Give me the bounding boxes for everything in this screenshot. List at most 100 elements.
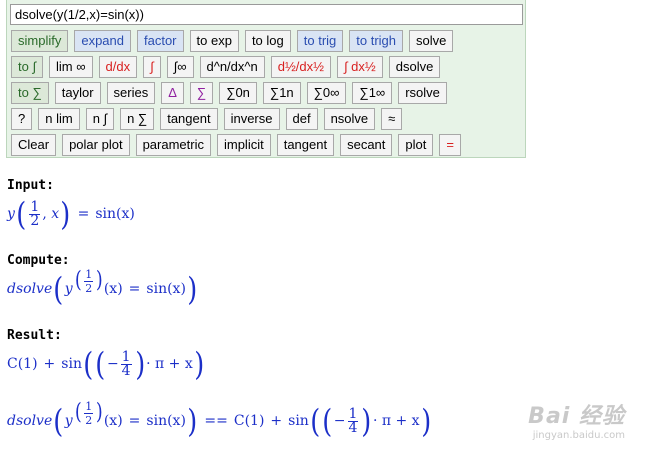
calc-button[interactable]: to trig <box>296 30 344 52</box>
math-sin: sin(x) <box>146 413 186 429</box>
calc-button[interactable]: plot <box>398 134 434 156</box>
result-equation: dsolve ( y (1 2) (x) = sin(x) ) == C(1) +… <box>7 399 432 443</box>
math-comma: , <box>42 206 47 222</box>
calc-button[interactable]: Δ <box>161 82 184 104</box>
paren-close: ) <box>193 345 204 383</box>
calc-button[interactable]: to ∑ <box>11 82 49 104</box>
math-plus: + <box>270 413 283 429</box>
calc-button[interactable]: ∑1n <box>262 82 301 104</box>
paren-open: ( <box>16 195 27 233</box>
input-label: Input: <box>7 178 54 193</box>
calc-button[interactable]: parametric <box>135 134 211 156</box>
math-c1: C(1) <box>7 356 38 372</box>
watermark-logo: Bai 经验 <box>528 404 625 429</box>
math-plus: + <box>43 356 56 372</box>
math-arg: (x) <box>103 281 123 297</box>
fraction-half: 12 <box>29 198 41 229</box>
math-y: y <box>7 206 15 222</box>
paren-close: ) <box>420 402 431 440</box>
calc-button[interactable]: ∫ <box>143 56 161 78</box>
button-row: Clear polar plot parametric implicit tangent… <box>11 134 467 156</box>
calc-button[interactable]: d^n/dx^n <box>199 56 265 78</box>
frac-den: 2 <box>84 412 94 427</box>
calc-button[interactable]: expand <box>74 30 131 52</box>
calc-button[interactable]: polar plot <box>62 134 130 156</box>
compute-expression: dsolve ( y (1 2) (x) = sin(x) ) <box>7 268 198 310</box>
calc-button[interactable]: ∑0n <box>219 82 257 104</box>
watermark-url: jingyan.baidu.com <box>532 430 625 441</box>
calc-button[interactable]: to exp <box>189 30 239 52</box>
watermark: Bai 经验 jingyan.baidu.com <box>528 398 625 441</box>
button-row: simplify expand factor to exp to log to trig t… <box>11 30 459 52</box>
calc-button[interactable]: to trigh <box>349 30 404 52</box>
math-sin: sin <box>288 413 309 429</box>
frac-den: 2 <box>84 280 94 295</box>
math-sin: sin(x) <box>146 281 186 297</box>
button-row: to ∑ taylor series Δ ∑ ∑0n ∑1n ∑0∞ ∑1∞ rsolve <box>11 82 453 104</box>
calc-button[interactable]: tangent <box>276 134 335 156</box>
calc-button[interactable]: d½/dx½ <box>270 56 331 78</box>
calc-button[interactable]: = <box>439 134 461 156</box>
calc-button[interactable]: factor <box>137 30 184 52</box>
calc-button[interactable]: dsolve <box>388 56 441 78</box>
calc-button[interactable]: simplify <box>11 30 69 52</box>
calc-button[interactable]: to ∫ <box>11 56 44 78</box>
calc-button[interactable]: implicit <box>216 134 271 156</box>
frac-num: 1 <box>121 348 131 365</box>
calc-button[interactable]: taylor <box>54 82 101 104</box>
button-row: ? n lim n ∫ n ∑ tangent inverse def nsolve ≈ <box>11 108 408 130</box>
calc-button[interactable]: lim ∞ <box>49 56 93 78</box>
calc-button[interactable]: n ∫ <box>85 108 115 130</box>
fraction-quarter: 14 <box>347 407 359 436</box>
expression-input[interactable] <box>10 4 523 25</box>
math-sin: sin <box>61 356 82 372</box>
calc-button[interactable]: Clear <box>11 134 57 156</box>
paren-close: ) <box>187 270 198 308</box>
calc-button[interactable]: ∫∞ <box>166 56 194 78</box>
calc-button[interactable]: secant <box>340 134 393 156</box>
calc-button[interactable]: to log <box>244 30 291 52</box>
calc-button[interactable]: n ∑ <box>120 108 155 130</box>
frac-den: 2 <box>29 212 41 229</box>
paren-close: ) <box>187 402 198 440</box>
calc-button[interactable]: ? <box>11 108 33 130</box>
math-dsolve: dsolve <box>7 413 53 429</box>
calc-button[interactable]: tangent <box>160 108 218 130</box>
math-x: x <box>51 206 60 222</box>
frac-den: 4 <box>347 419 359 436</box>
calc-button[interactable]: inverse <box>223 108 280 130</box>
frac-den: 4 <box>120 362 132 379</box>
paren-open: ( <box>53 402 64 440</box>
math-minus: − <box>106 356 119 372</box>
calc-button[interactable]: series <box>106 82 156 104</box>
math-sin: sin(x) <box>95 206 135 222</box>
math-eqeq: == <box>204 413 228 429</box>
calc-button[interactable]: ∫ dx½ <box>337 56 383 78</box>
calc-button[interactable]: ∑ <box>189 82 214 104</box>
paren-close: ) <box>134 345 145 383</box>
compute-label: Compute: <box>7 253 70 268</box>
calc-button[interactable]: def <box>285 108 318 130</box>
math-minus: − <box>333 413 346 429</box>
math-y: y <box>64 281 73 297</box>
paren-open: ( <box>83 345 94 383</box>
calc-button[interactable]: ∑0∞ <box>306 82 347 104</box>
calc-button[interactable]: solve <box>409 30 454 52</box>
calc-button[interactable]: n lim <box>38 108 80 130</box>
calc-button[interactable]: ≈ <box>381 108 403 130</box>
button-row: to ∫ lim ∞ d/dx ∫ ∫∞ d^n/dx^n d½/dx½ ∫ dx½ dsolv… <box>11 56 446 78</box>
frac-num: 1 <box>30 198 40 215</box>
result-expression: C(1) + sin (( − 14 ) · π + x ) <box>7 342 205 386</box>
frac-num: 1 <box>85 399 93 413</box>
math-c1: C(1) <box>233 413 265 429</box>
math-arg: (x) <box>103 413 123 429</box>
math-plus-x: + x <box>168 356 193 372</box>
input-expression: y ( 12 , x ) = sin(x) <box>7 193 135 235</box>
calc-button[interactable]: nsolve <box>323 108 376 130</box>
result-label: Result: <box>7 328 62 343</box>
math-eq: = <box>128 281 141 297</box>
calc-button[interactable]: ∑1∞ <box>352 82 393 104</box>
calc-button[interactable]: rsolve <box>398 82 447 104</box>
calc-button[interactable]: d/dx <box>98 56 138 78</box>
math-eq: = <box>77 206 90 222</box>
